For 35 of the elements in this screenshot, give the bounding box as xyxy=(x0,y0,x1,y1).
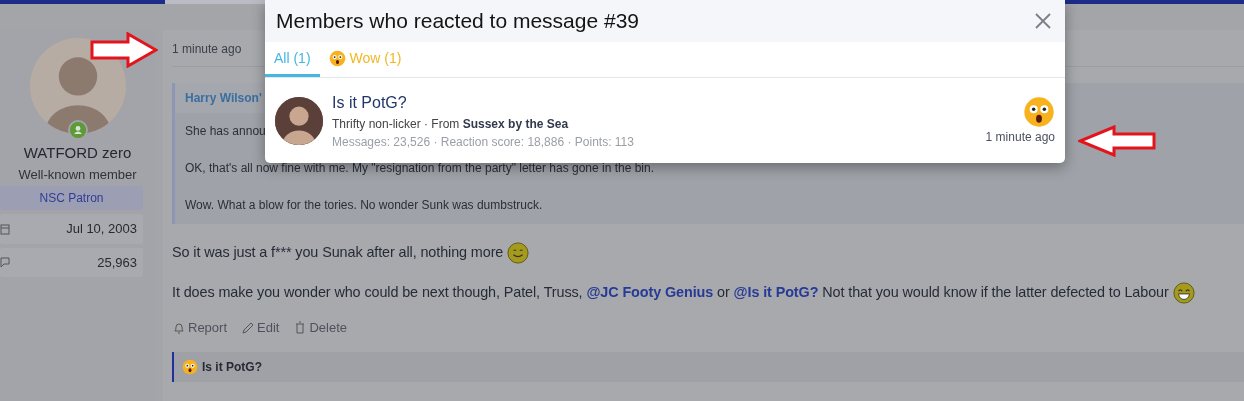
smile-emoji-icon xyxy=(507,242,530,264)
delete-link[interactable]: Delete xyxy=(293,318,347,338)
calendar-icon xyxy=(0,222,10,235)
post-text: So it was just a f*** you Sunak after all, nothing more xyxy=(172,243,504,263)
post-text: It does make you wonder who could be next though, Patel, Truss, @JC Footy Genius or @Is it PotG? Not that you would know if the latter defected to Labour xyxy=(172,283,1169,303)
reaction-time: 1 minute ago xyxy=(985,129,1055,146)
wow-emoji-icon xyxy=(182,358,198,375)
member-stats: Messages: 23,526 · Reaction score: 18,886 · Points: 113 xyxy=(332,134,635,151)
user-title: Well-known member xyxy=(18,165,137,184)
message-count: 25,963 xyxy=(97,253,137,272)
quote-text: OK, that's all now fine with me. My "resignation from the party" letter has gone in the bin. xyxy=(185,160,655,177)
reaction-tab[interactable]: Wow (1) xyxy=(319,42,411,77)
dialog-title: Members who reacted to message #39 xyxy=(276,8,640,35)
quote-text: Wow. What a blow for the tories. No wonder Sunk was dumbstruck. xyxy=(185,197,543,214)
messages-icon xyxy=(0,256,12,269)
user-banner: NSC Patron xyxy=(0,186,143,210)
joined-date: Jul 10, 2003 xyxy=(66,220,137,238)
mention-link[interactable]: @JC Footy Genius xyxy=(586,284,714,301)
laughing-emoji-icon xyxy=(1172,282,1195,304)
close-icon xyxy=(1035,13,1051,29)
wow-emoji-icon xyxy=(1023,96,1055,128)
member-name[interactable]: Is it PotG? xyxy=(332,91,977,115)
member-avatar xyxy=(275,97,323,145)
username[interactable]: WATFORD zero xyxy=(23,142,132,165)
edit-link[interactable]: Edit xyxy=(241,318,280,338)
report-link[interactable]: Report xyxy=(172,318,228,338)
quote-text: She has annou xyxy=(185,123,266,140)
mention-link[interactable]: @Is it PotG? xyxy=(733,284,819,301)
wow-emoji-icon xyxy=(328,49,346,67)
pencil-icon xyxy=(241,320,256,335)
reactions-bar[interactable]: Is it PotG? xyxy=(172,351,1244,382)
bell-icon xyxy=(172,320,186,335)
member-info: Thrifty non-licker · From Sussex by the Sea xyxy=(332,116,570,133)
arrow-annotation xyxy=(90,32,158,68)
reaction-tab[interactable]: All (1) xyxy=(265,42,320,77)
